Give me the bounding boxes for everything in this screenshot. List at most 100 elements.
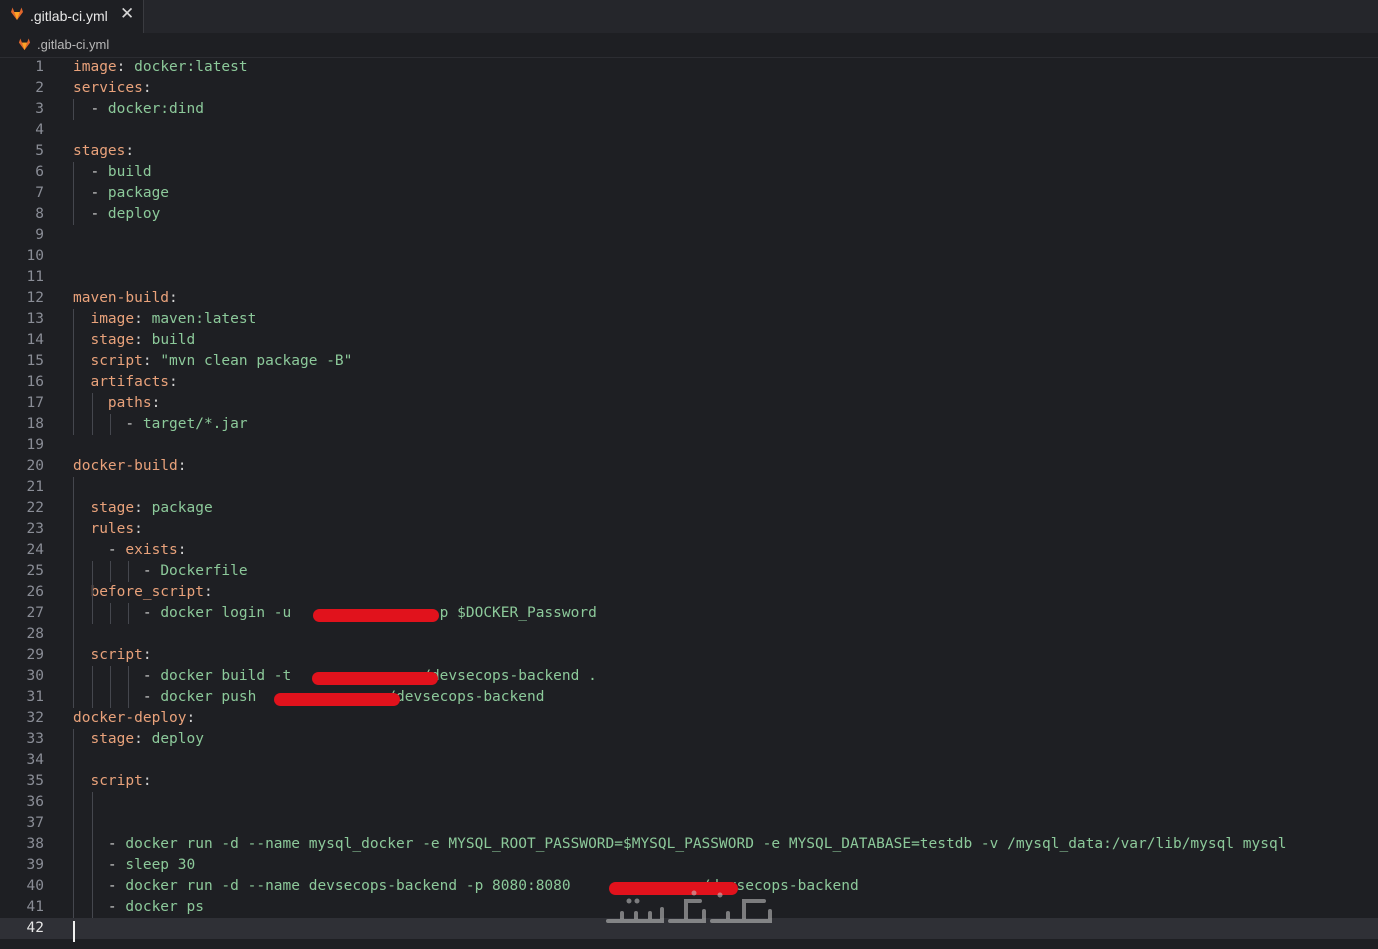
- line-number: 42: [26, 920, 44, 936]
- code-line[interactable]: 32 docker-deploy:: [0, 708, 1378, 729]
- line-number: 26: [26, 584, 44, 600]
- indent-guide: [128, 666, 129, 708]
- code-line[interactable]: 9: [0, 225, 1378, 246]
- breadcrumb: .gitlab-ci.yml: [0, 33, 1378, 58]
- line-number: 1: [35, 59, 44, 75]
- code-line[interactable]: 12 maven-build:: [0, 288, 1378, 309]
- line-code: before_script:: [73, 582, 212, 603]
- line-number: 27: [26, 605, 44, 621]
- line-number: 8: [35, 206, 44, 222]
- yaml-key: exists: [125, 542, 178, 558]
- redaction-mark: [313, 609, 439, 622]
- punctuation: -: [73, 164, 108, 180]
- code-line[interactable]: 2 services:: [0, 78, 1378, 99]
- tab-label: .gitlab-ci.yml: [30, 8, 108, 24]
- code-line[interactable]: 31 - docker push /devsecops-backend: [0, 687, 1378, 708]
- line-number: 30: [26, 668, 44, 684]
- code-line[interactable]: 37: [0, 813, 1378, 834]
- code-line[interactable]: 17 paths:: [0, 393, 1378, 414]
- line-code: maven-build:: [73, 288, 178, 309]
- code-line[interactable]: 4: [0, 120, 1378, 141]
- indent-guide: [73, 309, 74, 435]
- line-number: 37: [26, 815, 44, 831]
- code-line[interactable]: 3 - docker:dind: [0, 99, 1378, 120]
- code-line[interactable]: 25 - Dockerfile: [0, 561, 1378, 582]
- code-line[interactable]: 15 script: "mvn clean package -B": [0, 351, 1378, 372]
- yaml-key: rules: [90, 521, 135, 537]
- punctuation: :: [116, 59, 135, 75]
- code-line[interactable]: 14 stage: build: [0, 330, 1378, 351]
- yaml-key: stage: [90, 332, 135, 348]
- code-line[interactable]: 38 - docker run -d --name mysql_docker -…: [0, 834, 1378, 855]
- code-line[interactable]: 13 image: maven:latest: [0, 309, 1378, 330]
- code-line[interactable]: 33 stage: deploy: [0, 729, 1378, 750]
- tab-gitlab-ci[interactable]: .gitlab-ci.yml ✕: [0, 0, 144, 33]
- punctuation: -: [73, 857, 126, 873]
- line-code: artifacts:: [73, 372, 177, 393]
- code-editor[interactable]: 42 41 - docker ps 40 - docker run -d --nam…: [0, 57, 1378, 949]
- line-code: - exists:: [73, 540, 187, 561]
- code-line[interactable]: 21: [0, 477, 1378, 498]
- redaction-mark: [312, 672, 438, 685]
- yaml-key: stage: [90, 731, 135, 747]
- code-line[interactable]: 30 - docker build -t /devsecops-backend …: [0, 666, 1378, 687]
- close-icon[interactable]: ✕: [120, 4, 134, 24]
- code-line[interactable]: 36: [0, 792, 1378, 813]
- code-line[interactable]: 28: [0, 624, 1378, 645]
- yaml-key: script: [90, 647, 143, 663]
- line-number: 18: [26, 416, 44, 432]
- code-line[interactable]: 22 stage: package: [0, 498, 1378, 519]
- line-code: services:: [73, 78, 152, 99]
- code-line[interactable]: 16 artifacts:: [0, 372, 1378, 393]
- gitlab-logo-icon: [11, 7, 23, 20]
- indent-guide: [92, 561, 93, 603]
- breadcrumb-file[interactable]: .gitlab-ci.yml: [37, 37, 109, 52]
- code-line[interactable]: 7 - package: [0, 183, 1378, 204]
- line-code: stages:: [73, 141, 134, 162]
- code-line[interactable]: 20 docker-build:: [0, 456, 1378, 477]
- punctuation: [73, 311, 90, 327]
- code-line[interactable]: 35 script:: [0, 771, 1378, 792]
- tab-bar: .gitlab-ci.yml ✕: [0, 0, 1378, 33]
- yaml-key: stage: [90, 500, 135, 516]
- code-line[interactable]: 26 before_script:: [0, 582, 1378, 603]
- code-line[interactable]: 39 - sleep 30: [0, 855, 1378, 876]
- punctuation: [73, 353, 90, 369]
- yaml-key: docker-build: [73, 458, 178, 474]
- punctuation: -: [73, 899, 126, 915]
- code-line[interactable]: 10: [0, 246, 1378, 267]
- line-code: stage: package: [73, 498, 212, 519]
- code-line[interactable]: 8 - deploy: [0, 204, 1378, 225]
- yaml-key: before_script: [90, 584, 204, 600]
- punctuation: :: [134, 311, 152, 327]
- code-line[interactable]: 11: [0, 267, 1378, 288]
- line-number: 4: [35, 122, 44, 138]
- punctuation: [73, 731, 90, 747]
- line-number: 11: [26, 269, 44, 285]
- yaml-key: image: [73, 59, 117, 75]
- code-line[interactable]: 1 image: docker:latest: [0, 57, 1378, 78]
- yaml-value: /devsecops-backend .: [422, 668, 597, 684]
- indent-guide: [128, 603, 129, 624]
- line-code: docker-build:: [73, 456, 187, 477]
- code-line[interactable]: 19: [0, 435, 1378, 456]
- code-line[interactable]: 18 - target/*.jar: [0, 414, 1378, 435]
- line-number: 32: [26, 710, 44, 726]
- code-line[interactable]: 5 stages:: [0, 141, 1378, 162]
- code-line[interactable]: 27 - docker login -u -p $DOCKER_Password: [0, 603, 1378, 624]
- code-line[interactable]: 34: [0, 750, 1378, 771]
- line-number: 34: [26, 752, 44, 768]
- line-number: 25: [26, 563, 44, 579]
- code-line[interactable]: 24 - exists:: [0, 540, 1378, 561]
- yaml-value: /devsecops-backend: [387, 689, 545, 705]
- yaml-value: Dockerfile: [160, 563, 248, 579]
- punctuation: [73, 374, 90, 390]
- line-code: script:: [73, 771, 151, 792]
- line-number: 33: [26, 731, 44, 747]
- yaml-value: docker login -u: [160, 605, 300, 621]
- code-line[interactable]: 6 - build: [0, 162, 1378, 183]
- redaction-mark: [274, 693, 400, 706]
- code-line[interactable]: 23 rules:: [0, 519, 1378, 540]
- code-line[interactable]: 29 script:: [0, 645, 1378, 666]
- punctuation: -: [73, 836, 126, 852]
